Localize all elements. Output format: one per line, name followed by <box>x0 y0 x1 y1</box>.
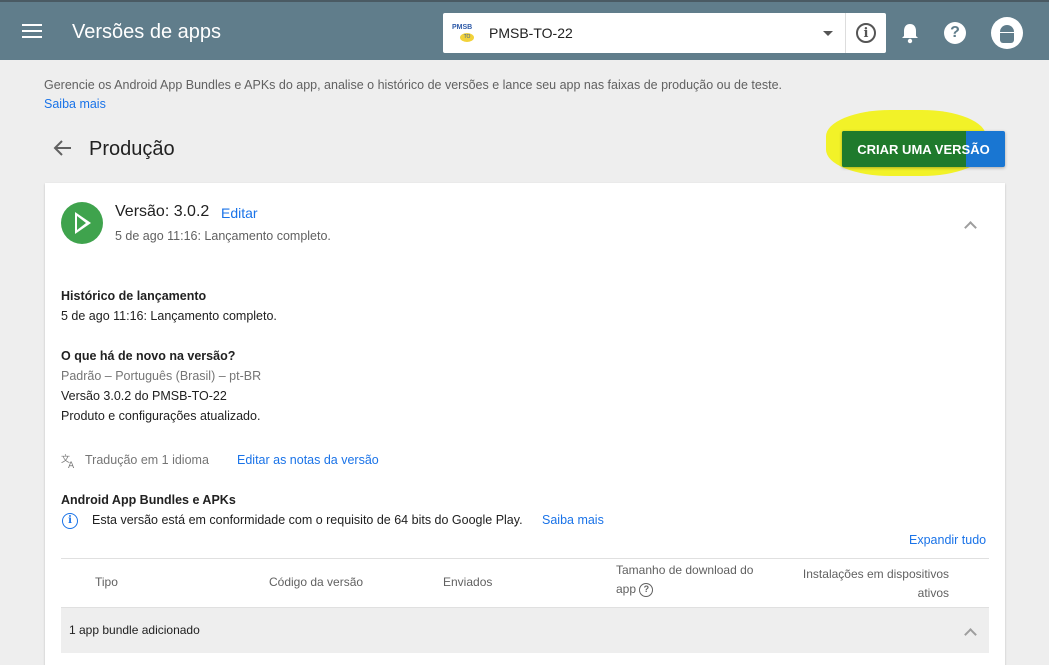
notes-line: Versão 3.0.2 do PMSB-TO-22 <box>61 389 227 403</box>
account-avatar[interactable] <box>991 17 1023 49</box>
history-heading: Histórico de lançamento <box>61 289 207 303</box>
notes-language: Padrão – Português (Brasil) – pt-BR <box>61 369 262 383</box>
create-release-button[interactable]: CRIAR UMA VERSÃO <box>842 131 1005 167</box>
track-title: Produção <box>89 138 175 160</box>
dropdown-caret-icon[interactable] <box>823 30 833 36</box>
expand-all-link[interactable]: Expandir tudo <box>909 533 986 547</box>
translate-icon: 文 A <box>61 453 75 469</box>
collapse-chevron-icon[interactable] <box>963 219 977 234</box>
whats-new-heading: O que há de novo na versão? <box>61 349 236 363</box>
release-status: 5 de ago 11:16: Lançamento completo. <box>115 229 331 243</box>
release-play-icon <box>61 202 103 244</box>
svg-text:A: A <box>68 461 75 469</box>
column-header-type: Tipo <box>95 575 118 589</box>
edit-release-notes-link[interactable]: Editar as notas da versão <box>237 453 379 467</box>
info-icon: i <box>856 23 876 43</box>
group-row-label: 1 app bundle adicionado <box>69 623 200 637</box>
help-icon[interactable]: ? <box>944 22 966 44</box>
top-app-bar: Versões de apps PMSB TO PMSB-TO-22 i ? <box>0 0 1049 60</box>
edit-release-link[interactable]: Editar <box>221 205 258 221</box>
learn-more-link[interactable]: Saiba mais <box>44 97 106 111</box>
divider <box>61 558 989 559</box>
column-header-uploaded: Enviados <box>443 575 493 589</box>
compliance-text: Esta versão está em conformidade com o r… <box>92 513 523 527</box>
app-info-button[interactable]: i <box>846 13 886 53</box>
translation-count: Tradução em 1 idioma <box>85 453 209 467</box>
bundles-heading: Android App Bundles e APKs <box>61 493 236 507</box>
help-circle-icon[interactable]: ? <box>639 582 654 597</box>
release-version-title: Versão: 3.0.2 <box>115 203 210 220</box>
collapse-chevron-icon[interactable] <box>963 626 977 641</box>
info-icon: i <box>62 513 78 529</box>
notifications-bell-icon[interactable] <box>900 22 920 44</box>
page-section-title: Versões de apps <box>72 21 221 43</box>
page-description: Gerencie os Android App Bundles e APKs d… <box>44 78 782 92</box>
app-selector[interactable]: PMSB TO PMSB-TO-22 i <box>443 13 886 53</box>
back-arrow-icon[interactable] <box>52 137 74 159</box>
hamburger-menu-icon[interactable] <box>22 20 46 42</box>
history-text: 5 de ago 11:16: Lançamento completo. <box>61 309 277 323</box>
column-header-active-installs: Instalações em dispositivos ativos <box>802 567 949 600</box>
release-card: Versão: 3.0.2 Editar 5 de ago 11:16: Lan… <box>45 183 1005 665</box>
notes-line: Produto e configurações atualizado. <box>61 409 261 423</box>
compliance-learn-more-link[interactable]: Saiba mais <box>542 513 604 527</box>
column-header-download-size: Tamanho de download do app ? <box>616 563 754 597</box>
table-group-row[interactable]: 1 app bundle adicionado <box>61 607 989 653</box>
app-selector-value: PMSB-TO-22 <box>489 25 573 41</box>
app-logo-icon: PMSB TO <box>451 20 477 46</box>
column-header-version-code: Código da versão <box>269 575 364 589</box>
